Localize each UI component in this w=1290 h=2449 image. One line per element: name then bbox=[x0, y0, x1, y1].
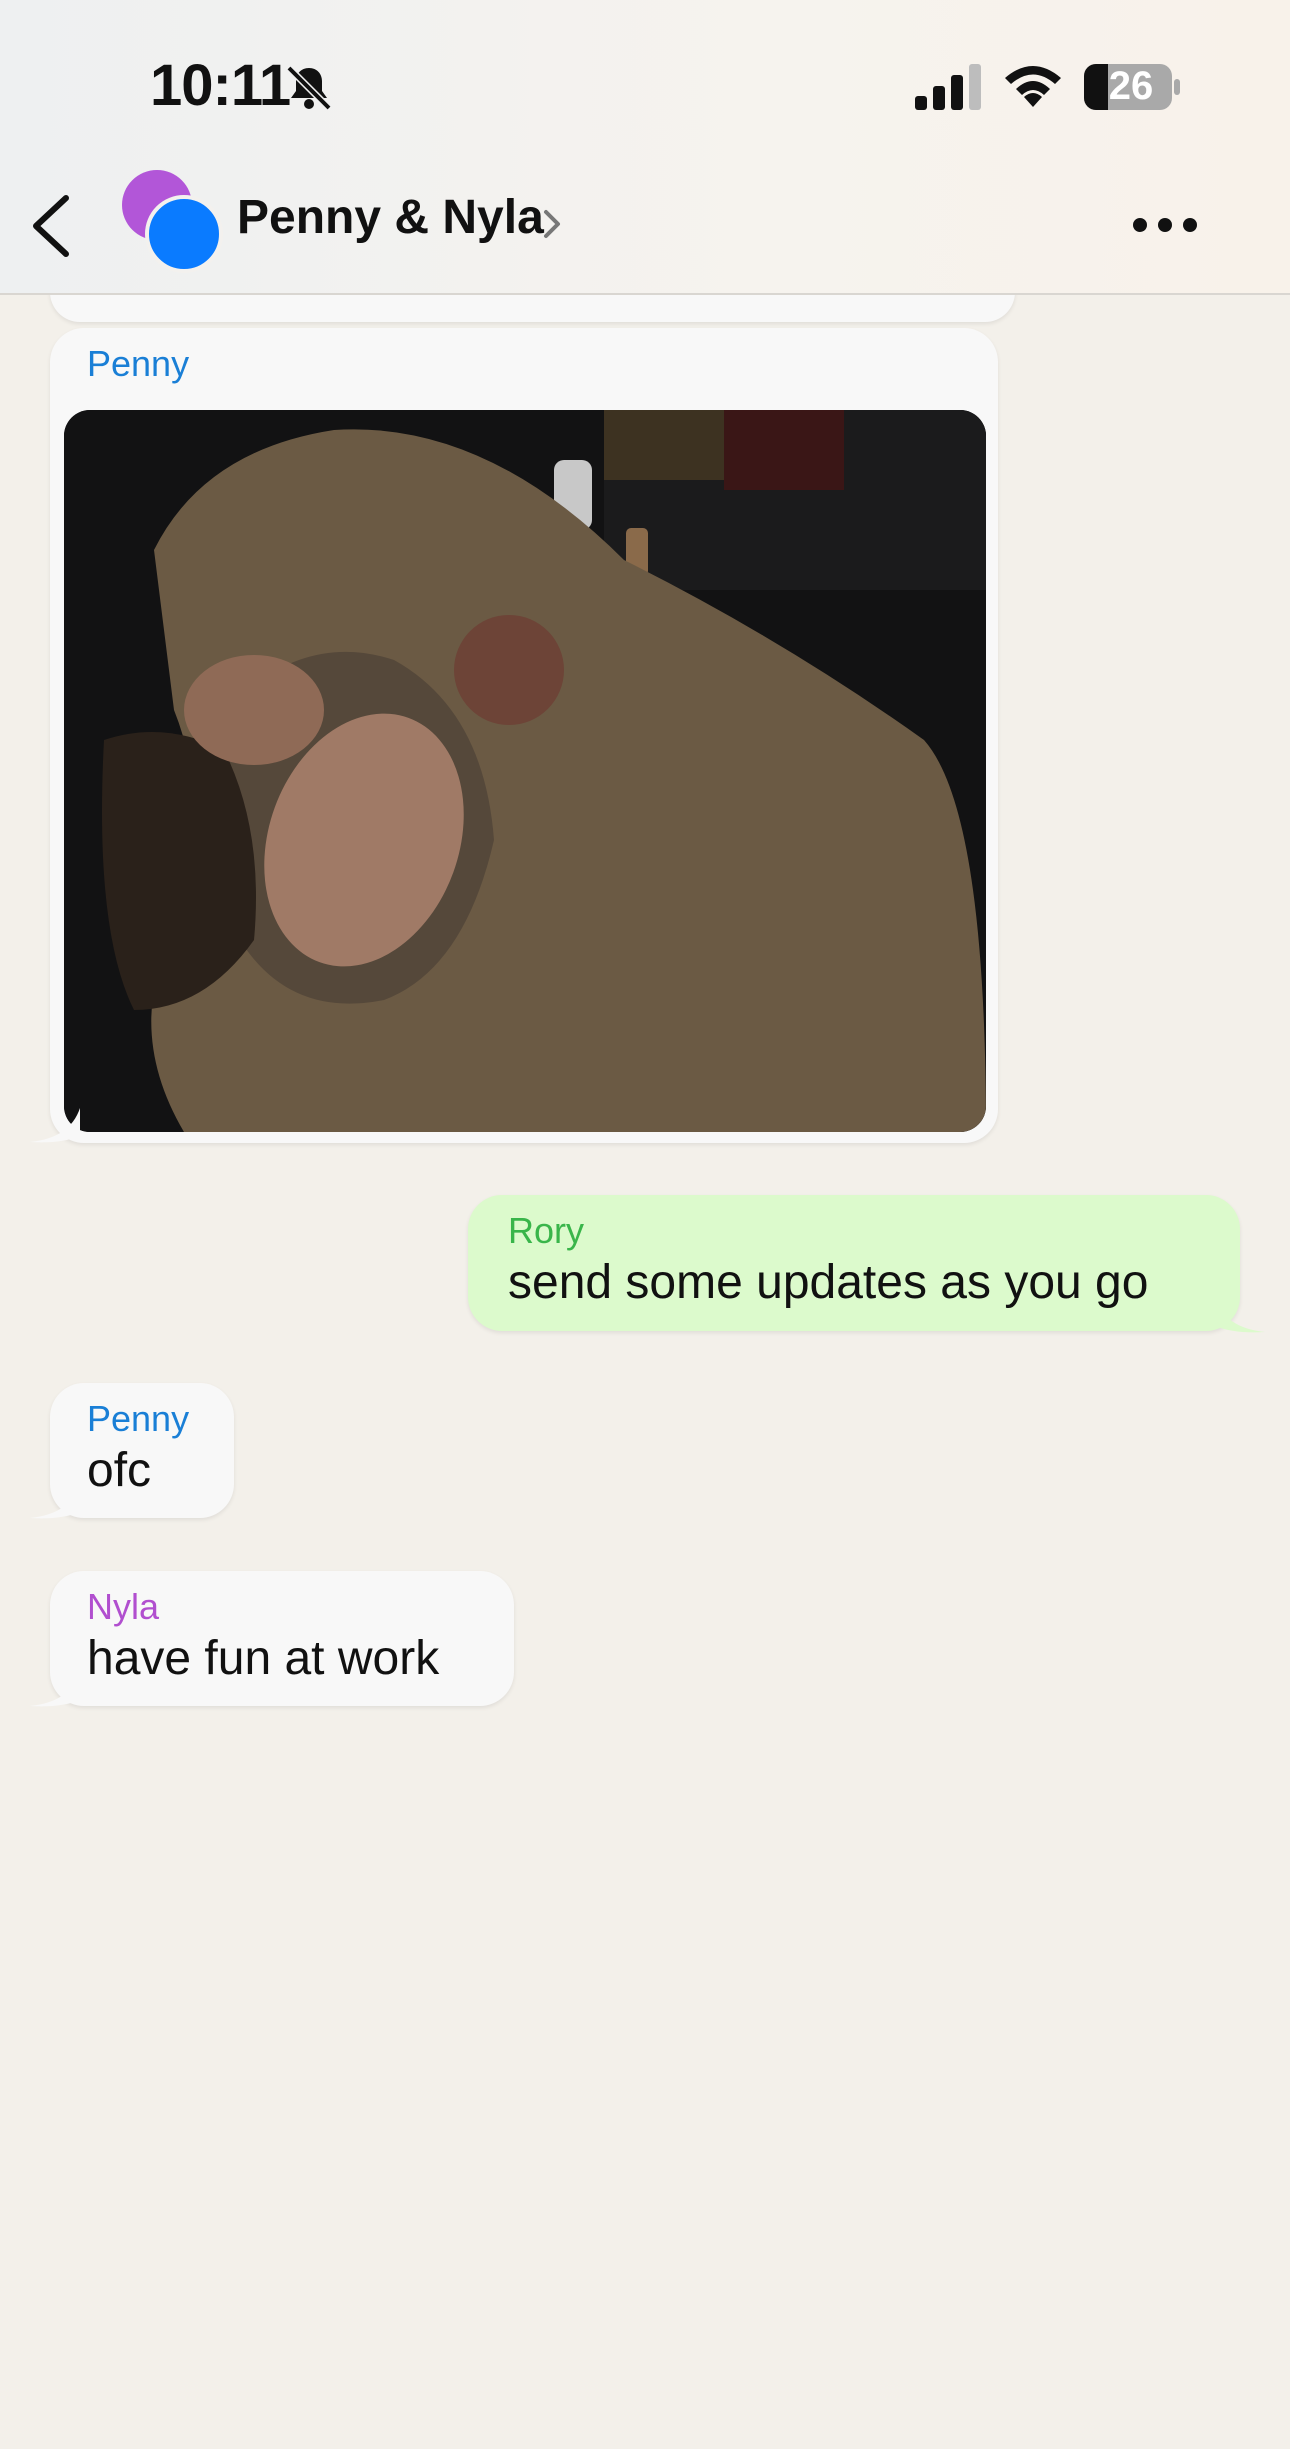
signal-icon bbox=[915, 64, 981, 110]
wifi-icon bbox=[1005, 66, 1061, 107]
bubble-tail bbox=[1215, 1298, 1265, 1333]
bubble-tail bbox=[30, 1484, 80, 1519]
chevron-right-icon[interactable] bbox=[540, 206, 564, 242]
message-text: ofc bbox=[87, 1444, 152, 1497]
avatar-nyla[interactable] bbox=[145, 195, 223, 273]
sender-name: Rory bbox=[508, 1210, 585, 1251]
back-icon[interactable] bbox=[22, 190, 82, 262]
sender-name: Nyla bbox=[87, 1586, 160, 1627]
message-text: send some updates as you go bbox=[508, 1256, 1149, 1309]
mute-icon bbox=[286, 65, 332, 111]
chat-header: 10:11 26 Penny & Nyla bbox=[0, 0, 1290, 295]
battery-level: 26 bbox=[1108, 64, 1154, 108]
chat-title[interactable]: Penny & Nyla bbox=[237, 190, 544, 245]
message-text: have fun at work bbox=[87, 1632, 440, 1685]
shared-photo[interactable] bbox=[64, 410, 986, 1132]
bubble-tail bbox=[30, 1672, 80, 1707]
status-time: 10:11 bbox=[150, 53, 291, 118]
sender-name: Penny bbox=[87, 343, 190, 384]
bubble-tail bbox=[30, 1108, 80, 1143]
more-icon[interactable] bbox=[1130, 210, 1200, 240]
sender-name: Penny bbox=[87, 1398, 190, 1439]
photo-content bbox=[64, 410, 986, 1132]
